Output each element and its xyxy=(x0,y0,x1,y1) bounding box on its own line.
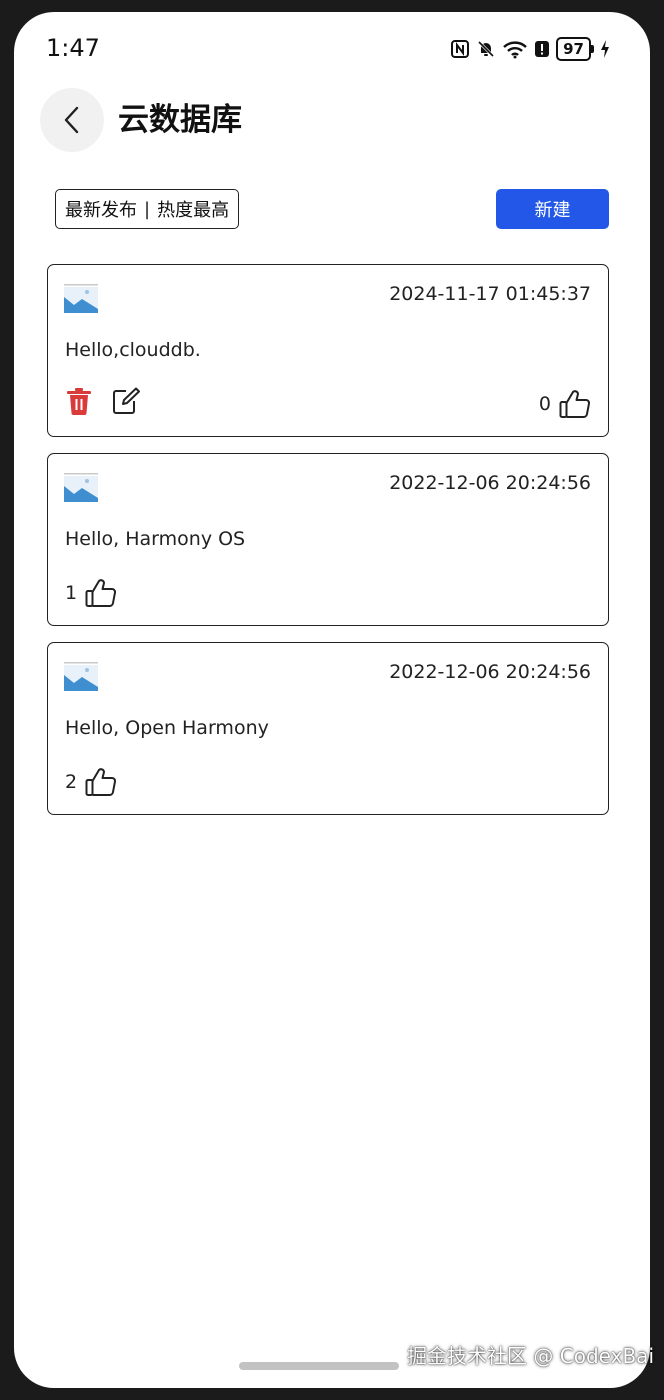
like-control[interactable]: 2 xyxy=(65,767,117,797)
image-placeholder-icon xyxy=(64,284,98,313)
post-card[interactable]: 2022-12-06 20:24:56 Hello, Open Harmony … xyxy=(47,642,609,815)
watermark: 掘金技术社区 @ CodexBai xyxy=(407,1344,654,1368)
like-control[interactable]: 1 xyxy=(65,578,117,608)
page-title: 云数据库 xyxy=(118,102,242,138)
back-button[interactable] xyxy=(40,88,104,152)
phone-screen: 1:47 97 云数据库 最新发布 | 热度最高 新建 2024-11-17 0… xyxy=(14,12,650,1388)
image-placeholder-icon xyxy=(64,662,98,691)
wifi-icon xyxy=(503,41,527,59)
alert-icon xyxy=(535,41,550,57)
thumbs-up-icon[interactable] xyxy=(85,578,117,608)
charging-icon xyxy=(601,40,609,58)
trash-icon[interactable] xyxy=(66,387,92,415)
post-timestamp: 2022-12-06 20:24:56 xyxy=(389,472,591,494)
post-content: Hello, Harmony OS xyxy=(65,528,246,550)
home-indicator[interactable] xyxy=(239,1362,399,1370)
status-icons: 97 xyxy=(450,37,610,61)
status-bar: 1:47 97 xyxy=(14,12,650,84)
like-count: 1 xyxy=(65,582,78,604)
post-content: Hello, Open Harmony xyxy=(65,717,269,739)
nfc-icon xyxy=(451,40,470,58)
status-time: 1:47 xyxy=(46,34,100,62)
thumbs-up-icon[interactable] xyxy=(559,389,591,419)
new-post-button[interactable]: 新建 xyxy=(496,189,609,229)
image-placeholder-icon xyxy=(64,473,98,502)
sort-separator: | xyxy=(144,198,151,220)
post-card[interactable]: 2024-11-17 01:45:37 Hello,clouddb. 0 xyxy=(47,264,609,437)
thumbs-up-icon[interactable] xyxy=(85,767,117,797)
bell-off-icon xyxy=(478,40,495,58)
sort-hottest-option[interactable]: 热度最高 xyxy=(157,196,229,222)
post-content: Hello,clouddb. xyxy=(65,339,201,361)
sort-latest-option[interactable]: 最新发布 xyxy=(65,196,137,222)
like-count: 2 xyxy=(65,771,78,793)
sort-toggle[interactable]: 最新发布 | 热度最高 xyxy=(55,189,240,229)
post-list: 2024-11-17 01:45:37 Hello,clouddb. 0 202… xyxy=(47,264,609,831)
battery-tip xyxy=(591,45,594,53)
post-timestamp: 2024-11-17 01:45:37 xyxy=(389,283,591,305)
post-actions xyxy=(66,387,140,415)
edit-icon[interactable] xyxy=(112,387,140,415)
battery-icon: 97 xyxy=(556,37,594,61)
post-timestamp: 2022-12-06 20:24:56 xyxy=(389,661,591,683)
battery-level: 97 xyxy=(556,37,591,61)
like-control[interactable]: 0 xyxy=(539,389,591,419)
chevron-left-icon xyxy=(64,106,79,134)
like-count: 0 xyxy=(538,393,551,415)
post-card[interactable]: 2022-12-06 20:24:56 Hello, Harmony OS 1 xyxy=(47,453,609,626)
